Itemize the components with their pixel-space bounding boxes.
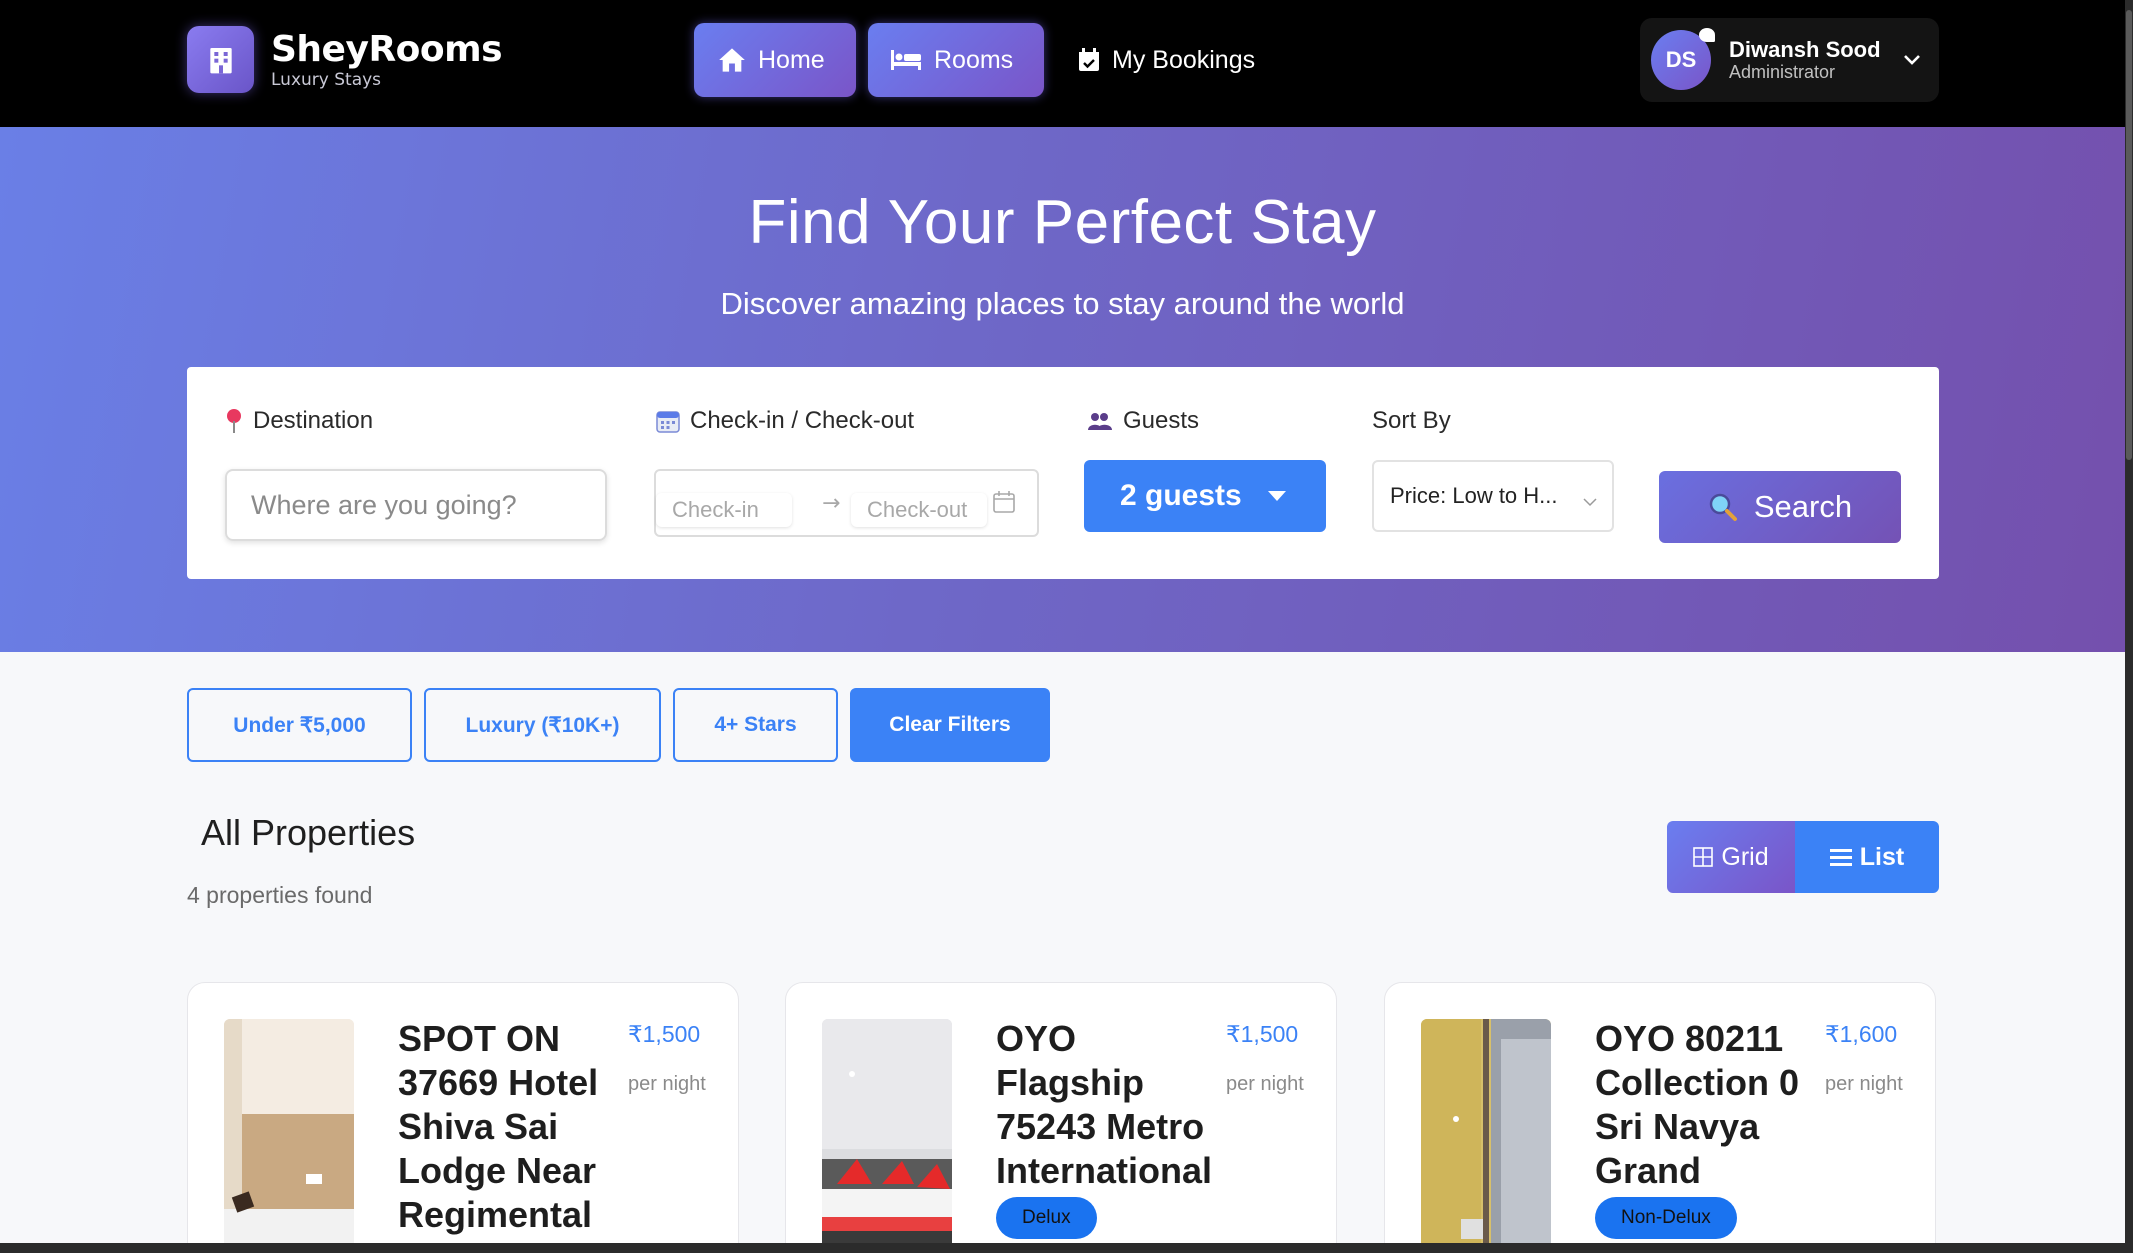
filter-under-5000[interactable]: Under ₹5,000 [187, 688, 412, 762]
top-navbar: SheyRooms Luxury Stays Home Rooms My Boo… [0, 0, 2125, 127]
app-viewport: SheyRooms Luxury Stays Home Rooms My Boo… [0, 0, 2125, 1243]
avatar: DS [1651, 28, 1715, 90]
nav-home-label: Home [758, 45, 825, 74]
bed-icon [890, 48, 922, 72]
guests-label-text: Guests [1123, 407, 1200, 434]
sort-select[interactable]: Price: Low to H... [1372, 460, 1614, 532]
dates-label-text: Check-in / Check-out [690, 407, 915, 434]
property-card[interactable]: SPOT ON 37669 Hotel Shiva Sai Lodge Near… [187, 982, 739, 1243]
property-price: ₹1,500 [1226, 1021, 1299, 1047]
results-count: 4 properties found [187, 882, 373, 908]
property-name[interactable]: OYO 80211 Collection 0 Sri Navya Grand [1595, 1017, 1825, 1193]
calendar-icon [656, 409, 680, 433]
user-menu[interactable]: DS Diwansh Sood Administrator [1640, 18, 1939, 102]
nav-bookings-link[interactable]: My Bookings [1076, 23, 1296, 97]
checkout-input[interactable]: Check-out [851, 493, 987, 527]
clear-filters-button[interactable]: Clear Filters [850, 688, 1050, 762]
guests-dropdown[interactable]: 2 guests [1084, 460, 1326, 532]
room-type-badge: Non-Delux [1595, 1197, 1737, 1239]
grid-view-label: Grid [1721, 842, 1769, 871]
guests-label: Guests [1087, 407, 1199, 435]
caret-down-icon [1267, 491, 1286, 501]
destination-input[interactable]: Where are you going? [225, 469, 607, 541]
home-icon [718, 47, 746, 73]
window-bottom-border [0, 1243, 2133, 1253]
list-view-label: List [1859, 842, 1905, 871]
destination-label-text: Destination [253, 407, 374, 434]
price-unit: per night [628, 1073, 706, 1095]
nav-home-button[interactable]: Home [694, 23, 856, 97]
calendar-outline-icon[interactable] [993, 491, 1015, 517]
avatar-initials: DS [1665, 47, 1697, 72]
search-card: Destination Where are you going? Check-i… [187, 367, 1939, 579]
property-card[interactable]: OYO Flagship 75243 Metro International ₹… [785, 982, 1337, 1243]
date-range-picker[interactable]: Check-in → Check-out [654, 469, 1039, 537]
grid-icon [1693, 847, 1714, 867]
dates-label: Check-in / Check-out [656, 407, 914, 435]
property-price: ₹1,600 [1825, 1021, 1898, 1047]
vertical-scrollbar[interactable] [2125, 0, 2133, 1253]
sort-value: Price: Low to H... [1390, 483, 1558, 508]
search-button-label: Search [1753, 489, 1853, 524]
property-name[interactable]: OYO Flagship 75243 Metro International [996, 1017, 1226, 1193]
nav-bookings-label: My Bookings [1112, 45, 1256, 74]
view-toggle: Grid List [1667, 821, 1939, 893]
sort-label-text: Sort By [1372, 407, 1451, 434]
sort-label: Sort By [1372, 407, 1451, 435]
chevron-down-icon [1582, 488, 1598, 514]
section-title: All Properties [201, 812, 416, 853]
scrollbar-thumb[interactable] [2126, 10, 2132, 460]
nav-rooms-label: Rooms [934, 45, 1014, 74]
property-card[interactable]: OYO 80211 Collection 0 Sri Navya Grand ₹… [1384, 982, 1936, 1243]
grid-view-button[interactable]: Grid [1667, 821, 1795, 893]
hero-section: Find Your Perfect Stay Discover amazing … [0, 127, 2125, 652]
search-button[interactable]: Search [1659, 471, 1901, 543]
property-name[interactable]: SPOT ON 37669 Hotel Shiva Sai Lodge Near… [398, 1017, 628, 1243]
room-type-badge: Delux [996, 1197, 1097, 1239]
checkin-input[interactable]: Check-in [656, 493, 792, 527]
building-icon [187, 26, 254, 93]
filter-luxury[interactable]: Luxury (₹10K+) [424, 688, 661, 762]
price-unit: per night [1825, 1073, 1903, 1095]
nav-rooms-button[interactable]: Rooms [868, 23, 1044, 97]
chevron-down-icon[interactable] [1903, 51, 1921, 70]
calendar-check-icon [1078, 48, 1100, 72]
property-image [224, 1019, 354, 1243]
brand-tagline: Luxury Stays [271, 69, 382, 90]
list-icon [1829, 847, 1852, 867]
list-view-button[interactable]: List [1795, 821, 1939, 893]
search-icon [1708, 492, 1738, 522]
property-image [1421, 1019, 1551, 1243]
notification-dot [1699, 28, 1715, 42]
destination-placeholder: Where are you going? [251, 489, 517, 520]
brand[interactable]: SheyRooms Luxury Stays [187, 26, 503, 93]
hero-subtitle: Discover amazing places to stay around t… [720, 286, 1405, 321]
people-icon [1087, 410, 1113, 432]
price-unit: per night [1226, 1073, 1304, 1095]
hero-title: Find Your Perfect Stay [748, 188, 1377, 257]
user-name: Diwansh Sood [1729, 37, 1881, 62]
guests-value: 2 guests [1120, 479, 1242, 512]
user-role: Administrator [1729, 62, 1836, 82]
date-arrow: → [822, 491, 841, 516]
pin-icon [225, 408, 243, 434]
filter-4-stars[interactable]: 4+ Stars [673, 688, 838, 762]
property-image [822, 1019, 952, 1243]
destination-label: Destination [225, 407, 373, 435]
brand-name: SheyRooms [271, 28, 503, 70]
property-price: ₹1,500 [628, 1021, 701, 1047]
